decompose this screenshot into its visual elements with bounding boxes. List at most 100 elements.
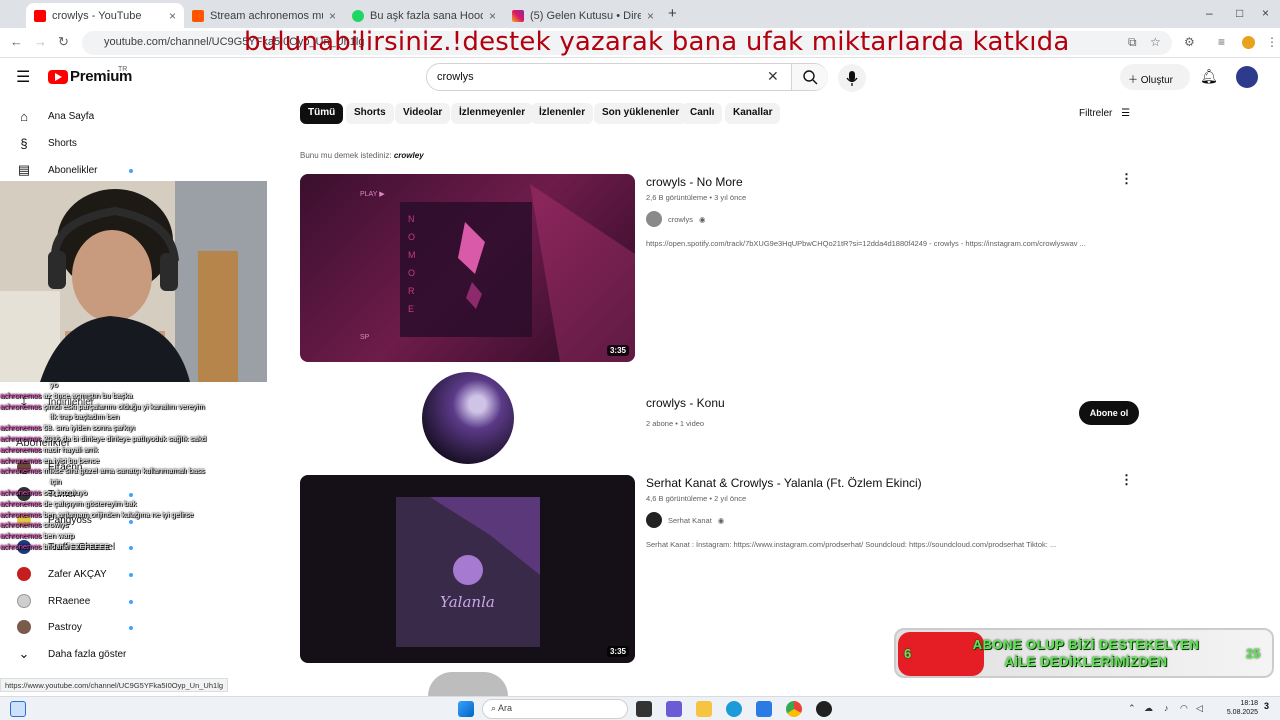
chat-message: achronemos crowlys [0,520,230,531]
shorts-icon: § [20,135,28,151]
sidebar-item-home[interactable]: ⌂ Ana Sayfa [14,104,94,128]
avatar [17,620,31,634]
channel-title[interactable]: crowlys - Konu [646,396,725,410]
taskbar-search[interactable]: ⌕ Ara [482,699,628,719]
subscribe-button[interactable]: Abone ol [1079,401,1139,425]
tab-title: (5) Gelen Kutusu • Direct [530,9,641,22]
chip-videos[interactable]: Videolar [395,103,451,124]
video-meta: 2,6 B görüntüleme • 3 yıl önce [646,193,747,202]
chevron-up-icon[interactable]: ⌃ [1128,703,1136,714]
clear-search-icon[interactable]: ✕ [767,68,779,85]
chrome-icon[interactable] [786,701,802,717]
search-button[interactable] [791,64,828,90]
chat-username: achronemos [0,455,42,465]
sidebar-item-label: Pastroy [48,621,82,633]
microphone-icon[interactable]: ♪ [1164,703,1169,713]
search-box[interactable]: crowlys ✕ [426,63,828,91]
teams-icon[interactable] [666,701,682,717]
video-title[interactable]: Serhat Kanat & Crowlys - Yalanla (Ft. Öz… [646,476,922,490]
video-thumbnail[interactable]: PLAY ▶ NO MORE SP 3:35 [300,174,635,362]
store-icon[interactable] [756,701,772,717]
minimize-button[interactable]: – [1206,6,1213,20]
chat-text: az önce açmıştın bu başka [43,390,133,400]
file-explorer-icon[interactable] [696,701,712,717]
sidebar-item-shorts[interactable]: § Shorts [14,131,77,155]
tab-close-icon[interactable]: × [329,9,336,23]
thumb-vertical-text: NO MORE [408,214,416,314]
more-options-icon[interactable]: ⋮ [1120,472,1133,488]
next-result-avatar[interactable] [428,672,508,696]
chat-username: achronemos [0,541,42,551]
video-title[interactable]: crowyls - No More [646,175,743,189]
chip-recent[interactable]: Son yüklenenler [594,103,688,124]
profile-icon[interactable] [1242,36,1255,49]
hamburger-menu-icon[interactable]: ☰ [16,67,30,87]
sidebar-sub-item[interactable]: Pastroy [14,615,82,639]
chat-username: achronemos [0,466,42,476]
close-window-button[interactable]: × [1262,6,1269,20]
chat-username: achronemos [0,531,42,541]
channel-link[interactable]: Serhat Kanat ◉ [646,512,724,528]
edge-icon[interactable] [726,701,742,717]
tab-close-icon[interactable]: × [647,9,654,23]
chip-live[interactable]: Canlı [682,103,723,124]
taskbar-search-label: Ara [498,703,513,713]
chat-username: achronemos [0,433,42,443]
chat-text: naoir hayali amk [43,444,98,454]
browser-menu-icon[interactable]: ⋮ [1266,35,1278,49]
install-app-icon[interactable]: ⧉ [1128,35,1137,50]
channel-avatar[interactable] [422,372,514,464]
suggestion-link[interactable]: crowley [394,151,424,160]
extensions-icon[interactable]: ⚙ [1184,35,1195,49]
plus-icon: ＋ [1128,75,1141,86]
voice-search-button[interactable] [838,64,866,92]
wifi-icon[interactable]: ◠ [1180,703,1188,714]
chip-all[interactable]: Tümü [300,103,344,124]
avatar[interactable] [1236,66,1258,88]
sidebar-item-subscriptions[interactable]: ▤ Abonelikler [14,158,98,182]
tab-youtube[interactable]: crowlys - YouTube × [26,3,184,28]
new-tab-button[interactable]: + [668,5,677,22]
sidebar-sub-item[interactable]: RRaenee [14,589,90,613]
chip-shorts[interactable]: Shorts [346,103,394,124]
cloud-icon[interactable]: ☁ [1144,703,1153,714]
notification-badge[interactable]: 3 [1264,701,1269,711]
filters-button[interactable]: Filtreler ☰ [1079,108,1130,119]
tab-instagram[interactable]: (5) Gelen Kutusu • Direct × [504,3,662,28]
chip-watched[interactable]: İzlenenler [531,103,594,124]
media-icon[interactable]: ≡ [1218,35,1225,49]
chat-message: achronemos ben warp [0,531,230,542]
notifications-bell-icon[interactable]: 🔔︎ [1200,68,1218,85]
more-options-icon[interactable]: ⋮ [1120,171,1133,187]
show-more-button[interactable]: ⌄ Daha fazla göster [14,642,127,666]
video-thumbnail[interactable]: Yalanla 3:35 [300,475,635,663]
banner-right-number: 25 [1246,646,1261,661]
search-icon: ⌕ [491,703,499,713]
maximize-button[interactable]: □ [1236,6,1243,20]
banner-left-number: 6 [904,646,912,661]
obs-icon[interactable] [816,701,832,717]
chat-message: achronemos en iyisi bu bence [0,456,230,467]
tab-close-icon[interactable]: × [489,9,496,23]
chip-channels[interactable]: Kanallar [725,103,781,124]
volume-icon[interactable]: ◁ [1196,703,1203,714]
reload-icon[interactable]: ↻ [58,34,69,50]
banner-line-2: AİLE DEDİKLERİMİZDEN [1004,654,1168,669]
chat-message: achronemos az önce açmıştın bu başka [0,391,230,402]
tab-soundcloud[interactable]: Stream achronemos music | Lis × [184,3,344,28]
start-icon[interactable] [458,701,474,717]
widgets-icon[interactable] [10,701,26,717]
channel-link[interactable]: crowlys ◉ [646,211,706,227]
search-input[interactable]: crowlys [437,71,474,83]
chat-username: achronemos [0,401,42,411]
channel-meta: 2 abone • 1 video [646,419,705,428]
chip-unwatched[interactable]: İzlenmeyenler [451,103,534,124]
back-icon[interactable]: ← [10,34,23,49]
tab-close-icon[interactable]: × [169,9,176,23]
clock[interactable]: 18:18 5.08.2025 [1222,699,1258,717]
forward-icon[interactable]: → [34,34,47,49]
task-view-icon[interactable] [636,701,652,717]
bookmark-star-icon[interactable]: ☆ [1150,35,1161,49]
tab-spotify[interactable]: Bu aşk fazla sana Hood Trap - s × [344,3,504,28]
create-button[interactable]: ＋ Oluştur [1120,64,1190,90]
